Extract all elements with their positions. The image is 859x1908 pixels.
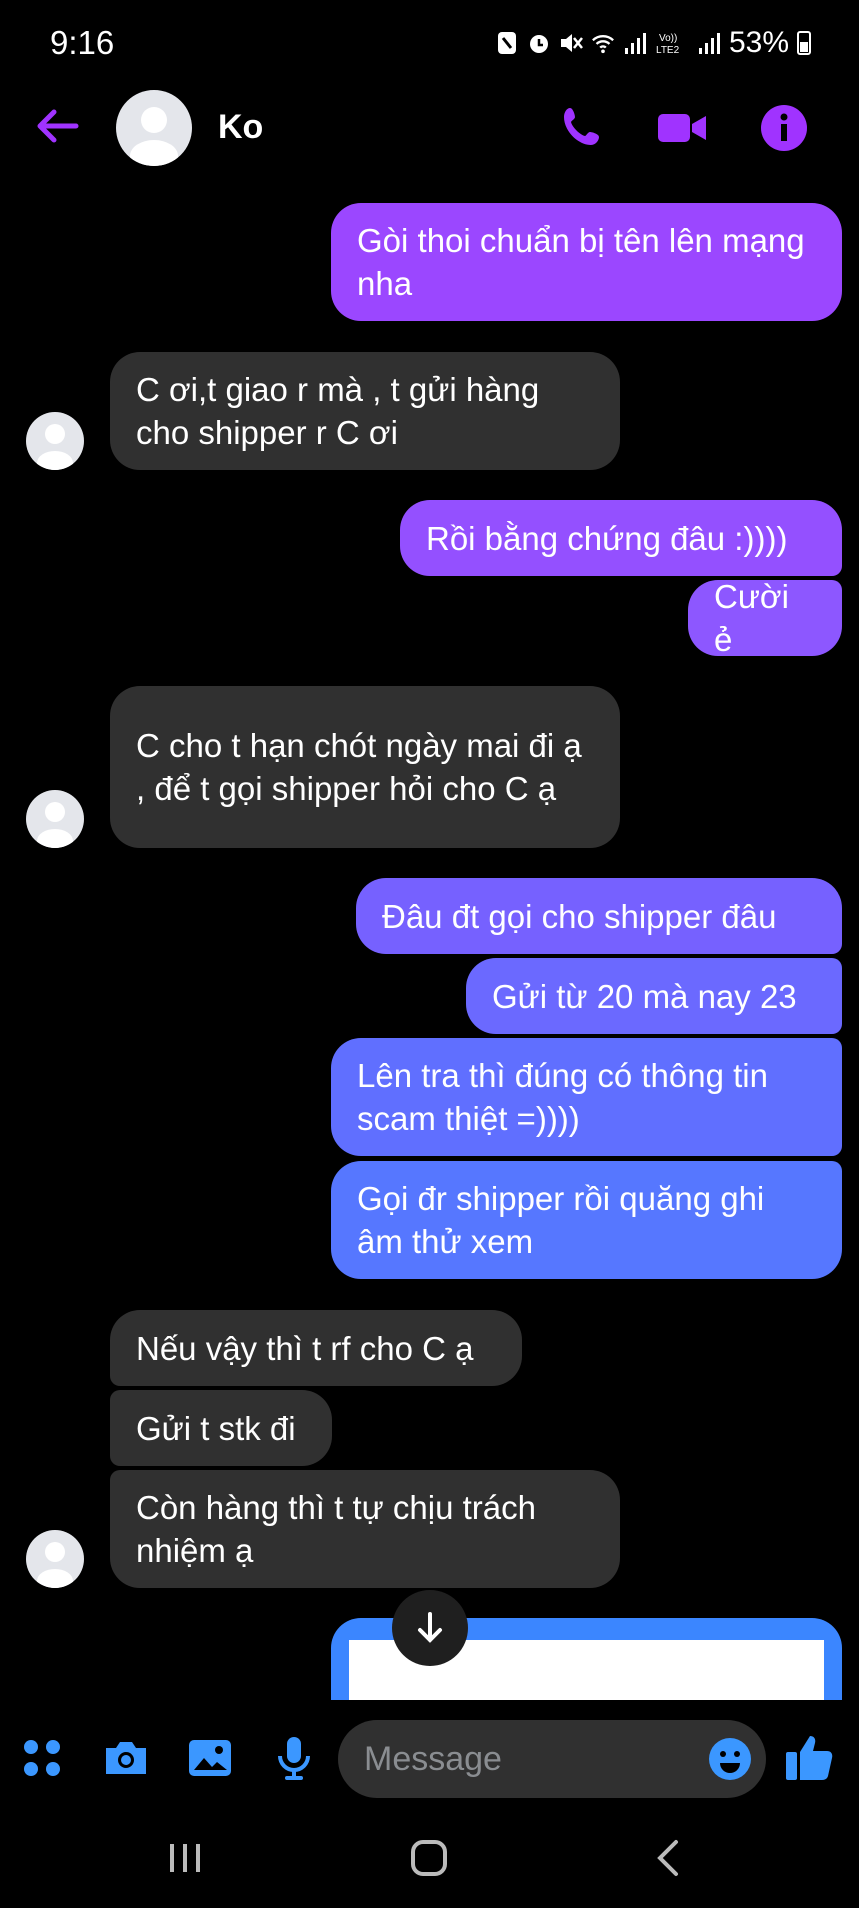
default-avatar-icon [130, 107, 178, 166]
info-icon[interactable] [758, 102, 810, 154]
message-placeholder: Message [364, 1739, 502, 1778]
gallery-icon[interactable] [186, 1734, 234, 1782]
scroll-down-icon [418, 1612, 442, 1643]
camera-icon[interactable] [102, 1734, 150, 1782]
message-incoming[interactable]: Nếu vậy thì t rf cho C ạ [110, 1310, 522, 1386]
message-list[interactable]: Gòi thoi chuẩn bị tên lên mạng nha C ơi,… [0, 170, 859, 1700]
emoji-icon[interactable] [708, 1737, 752, 1781]
status-time: 9:16 [50, 24, 115, 61]
message-outgoing[interactable]: Gòi thoi chuẩn bị tên lên mạng nha [331, 203, 842, 321]
message-outgoing[interactable]: Cười ẻ [688, 578, 842, 658]
system-nav-bar [0, 1806, 859, 1908]
sender-avatar[interactable] [26, 790, 84, 848]
alarm-icon [529, 35, 548, 53]
sender-avatar[interactable] [26, 1530, 84, 1588]
message-outgoing[interactable]: Gọi đr shipper rồi quăng ghi âm thử xem [331, 1161, 842, 1279]
thumbs-up-icon[interactable] [782, 1730, 836, 1784]
message-incoming[interactable]: C ơi,t giao r mà , t gửi hàng cho shippe… [110, 352, 620, 470]
back-nav-icon[interactable] [644, 1836, 694, 1880]
mic-icon[interactable] [270, 1734, 318, 1782]
battery-percent: 53% [728, 26, 789, 59]
nfc-icon [497, 32, 516, 54]
svg-text:Vo)): Vo)) [659, 33, 677, 44]
signal-2-icon [698, 33, 720, 54]
message-outgoing[interactable]: Lên tra thì đúng có thông tin scam thiệt… [331, 1038, 842, 1156]
message-incoming[interactable]: C cho t hạn chót ngày mai đi ạ , để t gọ… [110, 686, 620, 848]
message-input[interactable]: Message [338, 1720, 766, 1798]
status-icons: Vo)) LTE2 53% [495, 26, 811, 60]
message-incoming[interactable]: Còn hàng thì t tự chịu trách nhiệm ạ [110, 1470, 620, 1588]
message-outgoing[interactable]: Đâu đt gọi cho shipper đâu [356, 878, 842, 954]
wifi-icon [592, 35, 614, 54]
default-avatar-icon [37, 1542, 73, 1588]
status-bar: 9:16 Vo)) LTE2 53% [0, 0, 859, 95]
battery-icon [797, 31, 811, 55]
contact-name[interactable]: Ko [218, 108, 263, 147]
back-arrow-icon[interactable] [32, 106, 82, 146]
volte-icon: Vo))LTE2 [656, 33, 680, 56]
default-avatar-icon [37, 802, 73, 848]
contact-avatar[interactable] [116, 90, 192, 166]
scroll-down-button[interactable] [392, 1590, 468, 1666]
recent-apps-icon[interactable] [160, 1836, 210, 1880]
home-icon[interactable] [404, 1836, 454, 1880]
menu-dots-icon[interactable] [18, 1734, 66, 1782]
svg-text:LTE2: LTE2 [656, 45, 680, 56]
phone-icon[interactable] [556, 102, 608, 154]
video-icon[interactable] [656, 102, 708, 154]
mute-icon [560, 34, 583, 52]
signal-icon [624, 33, 646, 54]
message-outgoing[interactable]: Rồi bằng chứng đâu :)))) [400, 500, 842, 576]
default-avatar-icon [37, 424, 73, 470]
message-incoming[interactable]: Gửi t stk đi [110, 1390, 332, 1466]
message-outgoing[interactable]: Gửi từ 20 mà nay 23 [466, 958, 842, 1034]
sender-avatar[interactable] [26, 412, 84, 470]
conversation-header: Ko [0, 90, 859, 166]
composer-bar: Message [0, 1712, 859, 1806]
